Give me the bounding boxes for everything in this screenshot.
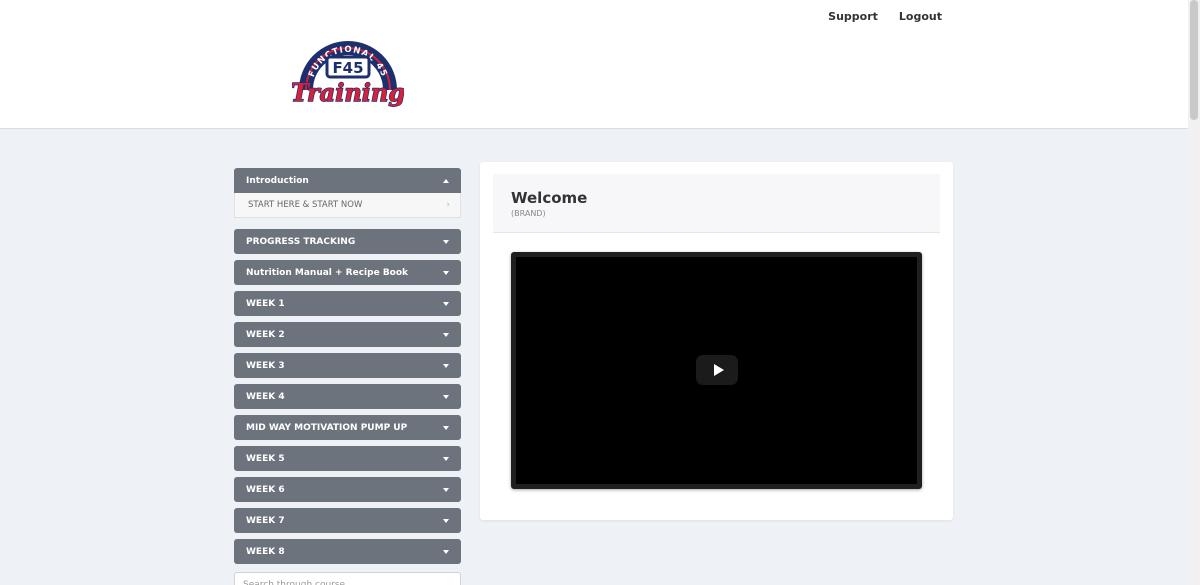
logo-badge-text: F45 bbox=[332, 59, 363, 77]
caret-down-icon bbox=[443, 425, 449, 430]
module-week-7[interactable]: WEEK 7 bbox=[234, 508, 461, 533]
module-label: WEEK 6 bbox=[246, 484, 285, 495]
caret-down-icon bbox=[443, 456, 449, 461]
brand-logo[interactable]: FUNCTIONAL 45 F45 Training bbox=[292, 26, 404, 112]
caret-down-icon bbox=[443, 301, 449, 306]
video-player[interactable] bbox=[511, 252, 922, 489]
module-week-3[interactable]: WEEK 3 bbox=[234, 353, 461, 378]
module-label: PROGRESS TRACKING bbox=[246, 236, 356, 247]
lesson-subtitle: (BRAND) bbox=[511, 209, 546, 218]
caret-down-icon bbox=[443, 270, 449, 275]
module-label: WEEK 2 bbox=[246, 329, 285, 340]
module-label: WEEK 1 bbox=[246, 298, 285, 309]
play-button[interactable] bbox=[696, 355, 738, 385]
module-week-1[interactable]: WEEK 1 bbox=[234, 291, 461, 316]
module-introduction[interactable]: Introduction bbox=[234, 168, 461, 193]
caret-down-icon bbox=[443, 363, 449, 368]
module-mid-way-motivation[interactable]: MID WAY MOTIVATION PUMP UP bbox=[234, 415, 461, 440]
lesson-start-here[interactable]: START HERE & START NOW › bbox=[234, 193, 461, 218]
module-label: WEEK 4 bbox=[246, 391, 285, 402]
module-label: WEEK 8 bbox=[246, 546, 285, 557]
module-nutrition-manual[interactable]: Nutrition Manual + Recipe Book bbox=[234, 260, 461, 285]
lesson-panel: Welcome (BRAND) bbox=[480, 162, 953, 520]
caret-down-icon bbox=[443, 487, 449, 492]
logout-link[interactable]: Logout bbox=[899, 10, 942, 23]
caret-down-icon bbox=[443, 394, 449, 399]
page-scrollbar[interactable] bbox=[1188, 0, 1200, 585]
scrollbar-thumb[interactable] bbox=[1190, 0, 1198, 120]
caret-down-icon bbox=[443, 332, 449, 337]
course-search-input[interactable] bbox=[234, 572, 461, 585]
module-progress-tracking[interactable]: PROGRESS TRACKING bbox=[234, 229, 461, 254]
support-link[interactable]: Support bbox=[828, 10, 878, 23]
chevron-right-icon: › bbox=[446, 200, 450, 210]
module-week-6[interactable]: WEEK 6 bbox=[234, 477, 461, 502]
caret-up-icon bbox=[443, 178, 449, 183]
play-icon bbox=[713, 364, 724, 376]
top-nav: Support Logout bbox=[828, 10, 942, 23]
module-label: MID WAY MOTIVATION PUMP UP bbox=[246, 422, 408, 433]
lesson-label: START HERE & START NOW bbox=[248, 200, 363, 210]
module-label: WEEK 3 bbox=[246, 360, 285, 371]
course-sidebar: Introduction START HERE & START NOW › PR… bbox=[234, 168, 461, 585]
module-week-8[interactable]: WEEK 8 bbox=[234, 539, 461, 564]
module-week-2[interactable]: WEEK 2 bbox=[234, 322, 461, 347]
logo-script-text: Training bbox=[292, 78, 404, 107]
caret-down-icon bbox=[443, 549, 449, 554]
module-label: Introduction bbox=[246, 175, 309, 186]
module-week-5[interactable]: WEEK 5 bbox=[234, 446, 461, 471]
lesson-title: Welcome bbox=[511, 189, 588, 207]
module-label: Nutrition Manual + Recipe Book bbox=[246, 267, 409, 278]
caret-down-icon bbox=[443, 239, 449, 244]
caret-down-icon bbox=[443, 518, 449, 523]
module-label: WEEK 5 bbox=[246, 453, 285, 464]
module-week-4[interactable]: WEEK 4 bbox=[234, 384, 461, 409]
site-header: FUNCTIONAL 45 F45 Training Support Logou… bbox=[0, 0, 1188, 129]
lesson-header: Welcome (BRAND) bbox=[493, 174, 940, 232]
module-label: WEEK 7 bbox=[246, 515, 285, 526]
header-divider bbox=[493, 232, 940, 233]
